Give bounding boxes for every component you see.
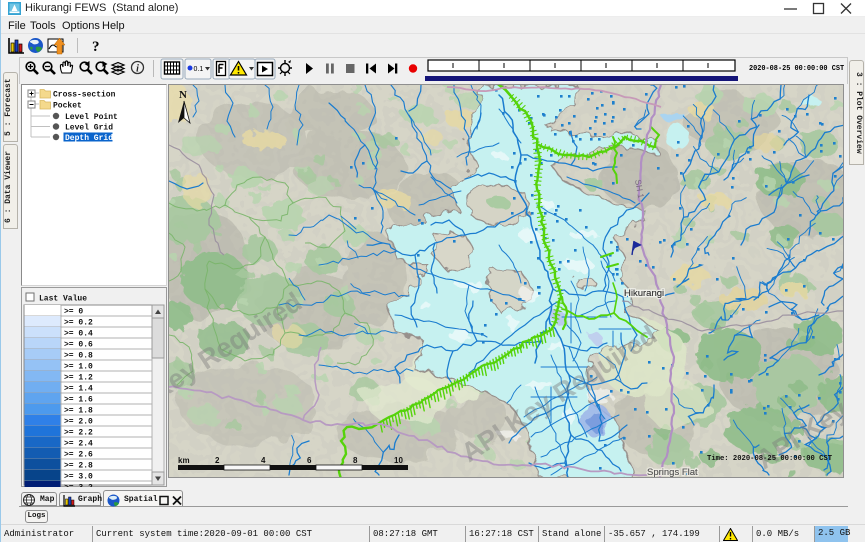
svg-text:Last Value: Last Value — [39, 295, 87, 304]
svg-text:>= 1.8: >= 1.8 — [64, 407, 93, 416]
svg-text:>= 0.8: >= 0.8 — [64, 352, 93, 361]
svg-text:4: 4 — [261, 456, 266, 465]
svg-text:Time: 2020-08-25 00:00:00 CST: Time: 2020-08-25 00:00:00 CST — [707, 455, 833, 463]
svg-text:>= 1.0: >= 1.0 — [64, 363, 93, 372]
svg-text:>= 2.4: >= 2.4 — [64, 440, 93, 449]
svg-text:?: ? — [92, 39, 100, 55]
svg-text:>= 3.2: >= 3.2 — [64, 484, 93, 488]
svg-text:Springs Flat: Springs Flat — [647, 467, 698, 478]
svg-text:>= 1.4: >= 1.4 — [64, 385, 93, 394]
svg-text:>= 0.6: >= 0.6 — [64, 341, 93, 350]
svg-text:>= 2.0: >= 2.0 — [64, 418, 93, 427]
svg-text:8: 8 — [353, 456, 358, 465]
svg-text:>= 1.6: >= 1.6 — [64, 396, 93, 405]
svg-text:>= 0.2: >= 0.2 — [64, 319, 93, 328]
svg-text:>= 2.2: >= 2.2 — [64, 429, 93, 438]
svg-text:km: km — [178, 456, 190, 465]
svg-text:>= 2.8: >= 2.8 — [64, 462, 93, 471]
svg-text:Level Grid: Level Grid — [65, 124, 113, 133]
svg-text:Cross-section: Cross-section — [53, 91, 116, 100]
svg-text:>= 0.4: >= 0.4 — [64, 330, 93, 339]
svg-text:Depth Grid: Depth Grid — [65, 134, 113, 143]
svg-text:2020-08-25 00:00:00 CST: 2020-08-25 00:00:00 CST — [749, 65, 844, 73]
svg-text:Hikurangi: Hikurangi — [624, 288, 664, 299]
svg-text:10: 10 — [394, 456, 403, 465]
svg-text:2: 2 — [215, 456, 220, 465]
svg-text:>= 3.0: >= 3.0 — [64, 473, 93, 482]
svg-text:>= 2.6: >= 2.6 — [64, 451, 93, 460]
svg-text:i: i — [136, 64, 139, 75]
svg-text:>= 0: >= 0 — [64, 308, 83, 317]
svg-text:Level Point: Level Point — [65, 113, 118, 122]
svg-text:6: 6 — [307, 456, 312, 465]
svg-text:Pocket: Pocket — [53, 102, 82, 111]
svg-text:N: N — [179, 89, 187, 101]
svg-text:0.1: 0.1 — [194, 66, 204, 73]
svg-text:>= 1.2: >= 1.2 — [64, 374, 93, 383]
